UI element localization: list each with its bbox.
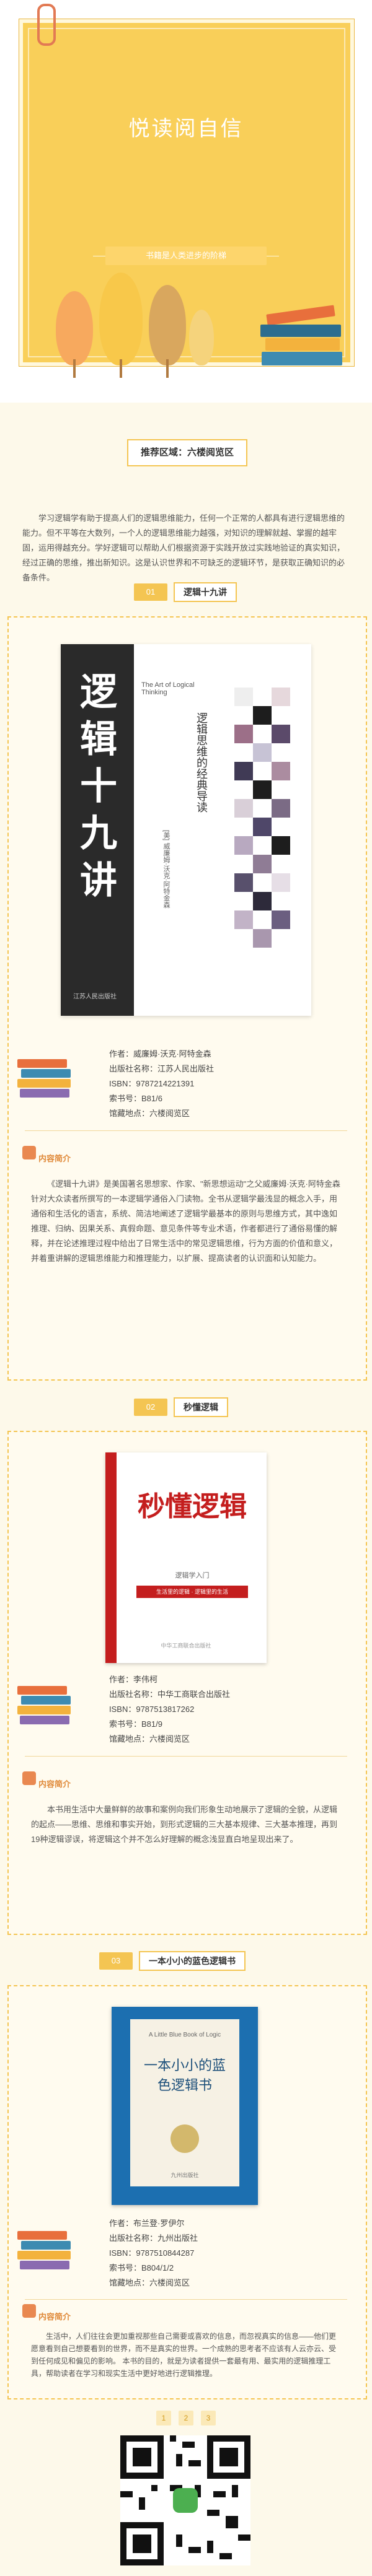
cover-2-press: 中华工商联合出版社 — [161, 1643, 211, 1649]
qr-code-icon — [120, 2435, 250, 2565]
book-open-icon — [22, 2304, 36, 2318]
page-dot-3: 3 — [201, 2411, 216, 2425]
cover-1-tag: 逻辑思维的经典导读 — [195, 712, 208, 813]
intro-paragraph: 学习逻辑学有助于提高人们的逻辑思维能力，任何一个正常的人都具有进行逻辑思维的能力… — [22, 513, 345, 582]
section-3-number: 03 — [99, 1952, 133, 1970]
book-2-author: 作者：李伟柯 — [109, 1675, 158, 1684]
qr-code — [120, 2435, 250, 2565]
book-1-blurb: 《逻辑十九讲》是美国著名思想家、作家、"新思想运动"之父威廉姆·沃克·阿特金森针… — [31, 1179, 340, 1263]
book-cover-2: 秒懂逻辑 逻辑学入门 生活里的逻辑 · 逻辑里的生活 中华工商联合出版社 — [105, 1452, 267, 1663]
cover-1-title: 逻辑十九讲 — [80, 671, 117, 902]
book-3-isbn: ISBN：9787510844287 — [109, 2248, 195, 2258]
cover-1-en: The Art of Logical Thinking — [141, 681, 195, 696]
book-1-isbn: ISBN：9787214221391 — [109, 1079, 195, 1088]
hero-subtitle: 书籍是人类进步的阶梯 — [105, 247, 267, 265]
hero-title: 悦读阅自信 — [128, 117, 244, 141]
cover-3-press: 九州出版社 — [170, 2172, 199, 2178]
cover-1-press: 江苏人民出版社 — [73, 993, 117, 1000]
section-1-title: 逻辑十九讲 — [174, 582, 237, 602]
cover-3-title: 一本小小的蓝色逻辑书 — [143, 2058, 226, 2094]
book-cover-3: A Little Blue Book of Logic 一本小小的蓝色逻辑书 九… — [112, 2007, 258, 2205]
book-2-isbn: ISBN：9787513817262 — [109, 1705, 195, 1714]
book-3-location: 馆藏地点：六楼阅览区 — [109, 2278, 190, 2287]
cover-2-small: 逻辑学入门 — [175, 1572, 210, 1579]
page-dot-1: 1 — [156, 2411, 171, 2425]
section-2-number: 02 — [134, 1399, 167, 1416]
book-3-blurb: 生活中，人们往往会更加重视那些自己需要或喜欢的信息，而忽视真实的信息——他们更愿… — [31, 2332, 337, 2378]
book-3-author: 作者：布兰登·罗伊尔 — [109, 2219, 185, 2228]
hero-banner: 悦读阅自信 书籍是人类进步的阶梯 — [0, 0, 372, 403]
section-3-title: 一本小小的蓝色逻辑书 — [139, 1951, 246, 1971]
book-3-blurb-heading: 内容简介 — [22, 2304, 122, 2324]
book-cover-1: 逻辑十九讲 The Art of Logical Thinking 逻辑思维的经… — [61, 644, 311, 1016]
paperclip-icon — [37, 4, 56, 46]
book-1-press: 出版社名称：江苏人民出版社 — [109, 1064, 215, 1073]
cover-2-title: 秒懂逻辑 — [138, 1491, 247, 1522]
books-illustration — [260, 303, 347, 372]
book-open-icon — [22, 1146, 36, 1159]
book-3-callno: 索书号：B804/1/2 — [109, 2263, 174, 2273]
cover-1-author: [美] 威廉姆·沃克·阿特金森 — [162, 830, 170, 909]
book-1-author: 作者：威廉姆·沃克·阿特金森 — [109, 1049, 211, 1059]
page-dot-2: 2 — [179, 2411, 193, 2425]
books-stack-icon — [17, 1680, 73, 1729]
book-2-press: 出版社名称：中华工商联合出版社 — [109, 1690, 231, 1699]
book-2-location: 馆藏地点：六楼阅览区 — [109, 1734, 190, 1744]
books-stack-icon — [17, 1053, 73, 1102]
recommend-area-label: 推荐区域：六楼阅览区 — [127, 439, 247, 466]
cover-3-en: A Little Blue Book of Logic — [148, 2032, 221, 2038]
book-2-blurb-heading: 内容简介 — [22, 1771, 122, 1791]
book-3-info: 作者：布兰登·罗伊尔 出版社名称：九州出版社 ISBN：978751084428… — [109, 2216, 345, 2290]
book-1-blurb-heading: 内容简介 — [22, 1146, 122, 1166]
books-stack-icon — [17, 2225, 73, 2274]
section-1-number: 01 — [134, 583, 167, 601]
book-open-icon — [22, 1771, 36, 1785]
book-1-location: 馆藏地点：六楼阅览区 — [109, 1109, 190, 1118]
book-1-callno: 索书号：B81/6 — [109, 1094, 162, 1103]
trees-illustration — [31, 266, 236, 378]
book-2-blurb: 本书用生活中大量鲜鲜的故事和案例向我们形象生动地展示了逻辑的全貌，从逻辑的起点—… — [31, 1805, 338, 1844]
book-2-callno: 索书号：B81/9 — [109, 1719, 162, 1729]
book-2-info: 作者：李伟柯 出版社名称：中华工商联合出版社 ISBN：978751381726… — [109, 1672, 345, 1747]
book-3-press: 出版社名称：九州出版社 — [109, 2233, 198, 2243]
section-2-title: 秒懂逻辑 — [174, 1397, 228, 1417]
book-1-info: 作者：威廉姆·沃克·阿特金森 出版社名称：江苏人民出版社 ISBN：978721… — [109, 1047, 345, 1121]
owl-icon — [170, 2124, 199, 2153]
cover-2-band: 生活里的逻辑 · 逻辑里的生活 — [136, 1586, 248, 1598]
